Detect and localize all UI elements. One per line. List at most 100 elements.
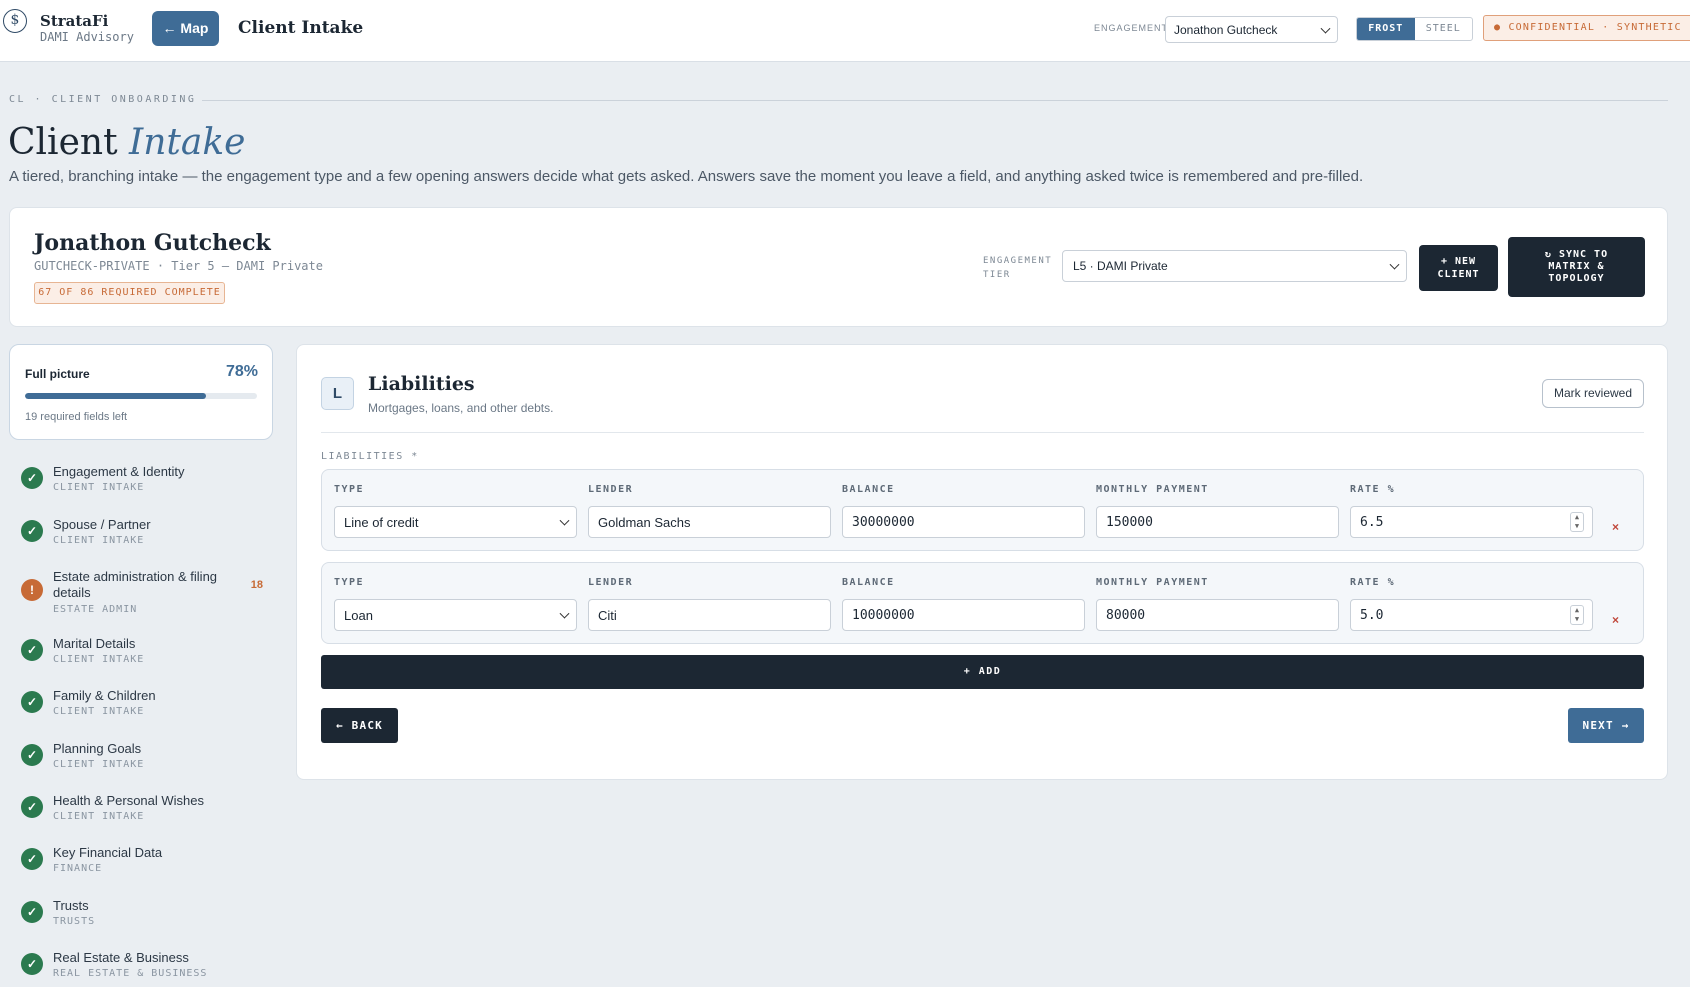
eyebrow-divider bbox=[202, 100, 1668, 101]
engagement-tier-select[interactable]: L5 · DAMI Private bbox=[1062, 250, 1407, 282]
progress-fill bbox=[25, 393, 206, 399]
balance-column-label: BALANCE bbox=[842, 484, 895, 495]
theme-toggle[interactable]: FROST STEEL bbox=[1356, 17, 1473, 41]
nav-item-spouse-partner[interactable]: ✓ Spouse / Partner CLIENT INTAKE bbox=[9, 517, 273, 557]
nav-item-subtitle: TRUSTS bbox=[53, 916, 96, 927]
type-select-value: Loan bbox=[344, 608, 373, 623]
nav-item-trusts[interactable]: ✓ Trusts TRUSTS bbox=[9, 898, 273, 938]
type-select[interactable]: Line of credit bbox=[334, 506, 577, 538]
nav-item-marital-details[interactable]: ✓ Marital Details CLIENT INTAKE bbox=[9, 636, 273, 676]
top-bar: $ StrataFi DAMI Advisory ← Map Client In… bbox=[0, 0, 1690, 62]
chevron-down-icon bbox=[559, 608, 570, 619]
balance-input[interactable]: 30000000 bbox=[842, 506, 1085, 538]
check-icon: ✓ bbox=[21, 796, 43, 818]
engagement-label: ENGAGEMENT bbox=[1094, 23, 1169, 33]
theme-steel-option[interactable]: STEEL bbox=[1415, 18, 1473, 40]
check-icon: ✓ bbox=[21, 901, 43, 923]
rate-column-label: RATE % bbox=[1350, 577, 1396, 588]
nav-item-title: Planning Goals bbox=[53, 741, 142, 756]
check-icon: ✓ bbox=[21, 744, 43, 766]
section-divider bbox=[321, 432, 1644, 433]
page-title: Client Intake bbox=[8, 122, 245, 163]
lender-column-label: LENDER bbox=[588, 577, 634, 588]
page-description: A tiered, branching intake — the engagem… bbox=[9, 168, 1364, 185]
nav-item-title: Family & Children bbox=[53, 688, 156, 703]
rate-input-value: 6.5 bbox=[1360, 515, 1384, 530]
check-icon: ✓ bbox=[21, 639, 43, 661]
nav-item-estate-administration[interactable]: ! Estate administration & filing details… bbox=[9, 569, 273, 627]
chevron-down-icon bbox=[1389, 259, 1400, 270]
lender-input[interactable]: Citi bbox=[588, 599, 831, 631]
section-title: Liabilities bbox=[368, 373, 475, 395]
chevron-down-icon bbox=[559, 515, 570, 526]
spinner-icon[interactable]: ▲ ▼ bbox=[1570, 512, 1584, 532]
warning-icon: ! bbox=[21, 579, 43, 601]
page-eyebrow: CL · CLIENT ONBOARDING bbox=[9, 94, 197, 105]
remove-row-button[interactable]: × bbox=[1612, 613, 1619, 627]
monthly-payment-input[interactable]: 150000 bbox=[1096, 506, 1339, 538]
remove-row-button[interactable]: × bbox=[1612, 520, 1619, 534]
nav-item-subtitle: CLIENT INTAKE bbox=[53, 535, 145, 546]
chevron-down-icon bbox=[1320, 23, 1331, 34]
liabilities-section-card: L Liabilities Mortgages, loans, and othe… bbox=[296, 344, 1668, 780]
nav-item-subtitle: CLIENT INTAKE bbox=[53, 482, 145, 493]
rate-input[interactable]: 5.0 ▲ ▼ bbox=[1350, 599, 1593, 631]
dollar-icon: $ bbox=[3, 9, 27, 33]
engagement-tier-label: ENGAGEMENT TIER bbox=[983, 254, 1052, 282]
lender-column-label: LENDER bbox=[588, 484, 634, 495]
nav-item-engagement-identity[interactable]: ✓ Engagement & Identity CLIENT INTAKE bbox=[9, 464, 273, 504]
back-button[interactable]: ← BACK bbox=[321, 708, 398, 743]
mark-reviewed-button[interactable]: Mark reviewed bbox=[1542, 379, 1644, 408]
nav-item-health-wishes[interactable]: ✓ Health & Personal Wishes CLIENT INTAKE bbox=[9, 793, 273, 833]
monthly-payment-input[interactable]: 80000 bbox=[1096, 599, 1339, 631]
check-icon: ✓ bbox=[21, 520, 43, 542]
nav-item-family-children[interactable]: ✓ Family & Children CLIENT INTAKE bbox=[9, 688, 273, 728]
nav-item-subtitle: REAL ESTATE & BUSINESS bbox=[53, 968, 208, 979]
nav-item-title: Real Estate & Business bbox=[53, 950, 189, 965]
nav-item-planning-goals[interactable]: ✓ Planning Goals CLIENT INTAKE bbox=[9, 741, 273, 781]
type-select-value: Line of credit bbox=[344, 515, 419, 530]
type-column-label: TYPE bbox=[334, 484, 365, 495]
nav-item-title: Health & Personal Wishes bbox=[53, 793, 205, 808]
nav-item-real-estate-business[interactable]: ✓ Real Estate & Business REAL ESTATE & B… bbox=[9, 950, 273, 986]
check-icon: ✓ bbox=[21, 953, 43, 975]
sync-line1: ↻ SYNC TO bbox=[1544, 249, 1609, 260]
type-select[interactable]: Loan bbox=[334, 599, 577, 631]
brand-subtitle: DAMI Advisory bbox=[40, 30, 134, 44]
check-icon: ✓ bbox=[21, 691, 43, 713]
progress-card: Full picture 78% 19 required fields left bbox=[9, 344, 273, 440]
engagement-select[interactable]: Jonathon Gutcheck bbox=[1165, 16, 1338, 43]
sync-line3: TOPOLOGY bbox=[1548, 273, 1605, 284]
spinner-icon[interactable]: ▲ ▼ bbox=[1570, 605, 1584, 625]
check-icon: ✓ bbox=[21, 467, 43, 489]
theme-frost-option[interactable]: FROST bbox=[1357, 18, 1415, 40]
progress-label: Full picture bbox=[25, 367, 90, 381]
add-liability-button[interactable]: + ADD bbox=[321, 655, 1644, 689]
balance-input[interactable]: 10000000 bbox=[842, 599, 1085, 631]
sync-line2: MATRIX & bbox=[1548, 261, 1605, 272]
tier-label-line1: ENGAGEMENT bbox=[983, 256, 1053, 266]
section-letter-badge: L bbox=[321, 377, 354, 410]
nav-item-subtitle: ESTATE ADMIN bbox=[53, 604, 138, 615]
client-meta: GUTCHECK-PRIVATE · Tier 5 — DAMI Private bbox=[34, 259, 323, 273]
engagement-select-value: Jonathon Gutcheck bbox=[1174, 23, 1278, 37]
lender-input[interactable]: Goldman Sachs bbox=[588, 506, 831, 538]
balance-column-label: BALANCE bbox=[842, 577, 895, 588]
rate-input[interactable]: 6.5 ▲ ▼ bbox=[1350, 506, 1593, 538]
next-button[interactable]: NEXT → bbox=[1568, 708, 1644, 743]
rate-input-value: 5.0 bbox=[1360, 608, 1384, 623]
new-client-line2: CLIENT bbox=[1437, 269, 1480, 280]
new-client-button[interactable]: + NEW CLIENT bbox=[1419, 245, 1498, 291]
page-title-main: Client bbox=[8, 122, 118, 163]
map-button[interactable]: ← Map bbox=[152, 11, 219, 46]
progress-percent: 78% bbox=[225, 363, 258, 380]
nav-item-key-financial-data[interactable]: ✓ Key Financial Data FINANCE bbox=[9, 845, 273, 885]
nav-item-subtitle: CLIENT INTAKE bbox=[53, 706, 145, 717]
nav-item-title: Estate administration & filing details bbox=[53, 569, 218, 600]
liability-row: TYPE Line of credit LENDER Goldman Sachs… bbox=[321, 469, 1644, 551]
nav-item-title: Marital Details bbox=[53, 636, 136, 651]
nav-item-subtitle: CLIENT INTAKE bbox=[53, 654, 145, 665]
sync-button[interactable]: ↻ SYNC TO MATRIX & TOPOLOGY bbox=[1508, 237, 1645, 297]
client-name: Jonathon Gutcheck bbox=[34, 230, 271, 256]
page-title-accent: Intake bbox=[128, 122, 246, 163]
